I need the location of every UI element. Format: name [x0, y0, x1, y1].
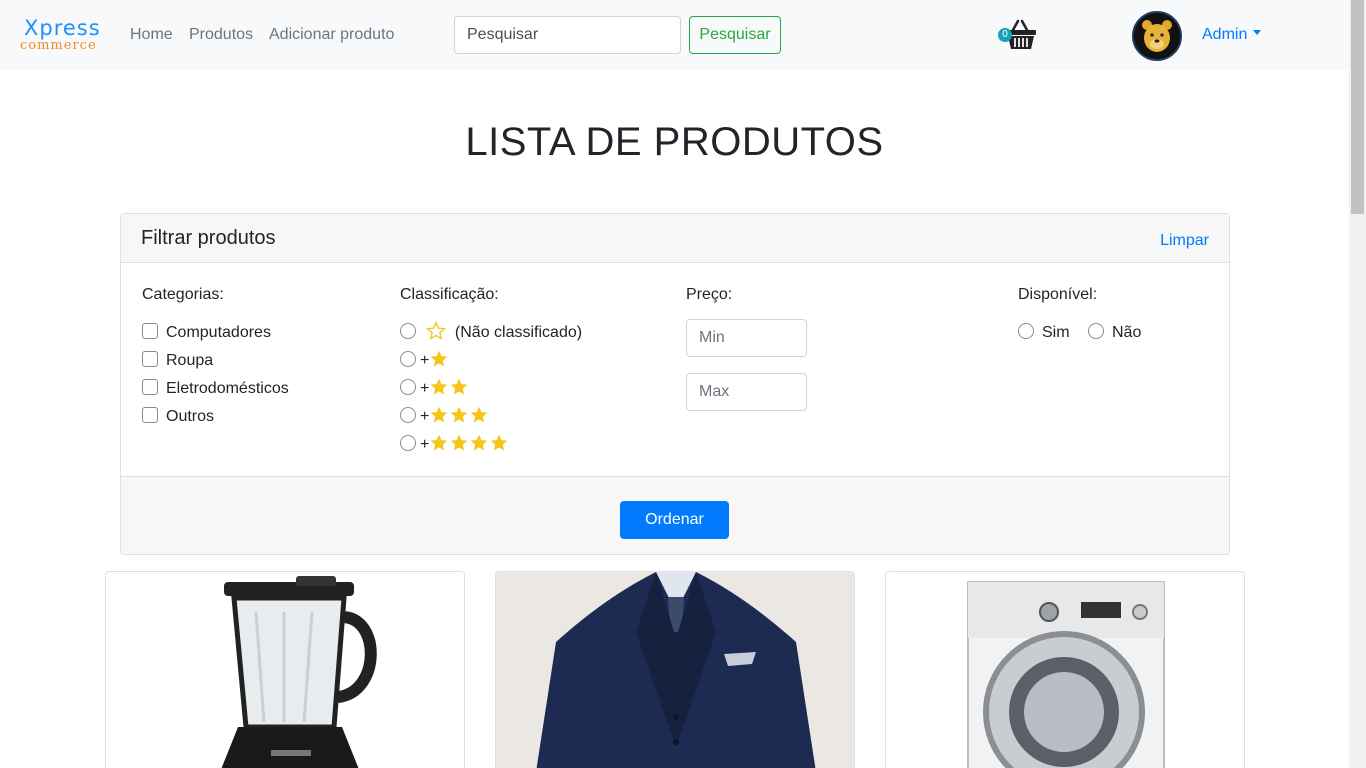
rating-radio[interactable]: [400, 323, 416, 339]
category-option[interactable]: Computadores: [142, 322, 271, 343]
scrollbar-thumb[interactable]: [1351, 0, 1364, 214]
star-icon: [431, 434, 448, 451]
filter-title: Filtrar produtos: [141, 227, 276, 249]
category-checkbox[interactable]: [142, 406, 158, 423]
star-icon: [431, 350, 448, 367]
rating-option-2[interactable]: +: [400, 378, 469, 399]
star-icon: [451, 434, 468, 451]
available-yes-option[interactable]: Sim: [1018, 322, 1070, 343]
price-max-input[interactable]: [686, 373, 807, 411]
product-image-washing-machine: [967, 581, 1165, 768]
brand-name: Xpress: [24, 16, 101, 40]
page-title: LISTA DE PRODUTOS: [465, 120, 884, 164]
available-no-option[interactable]: Não: [1088, 322, 1141, 343]
cart-button[interactable]: 0: [996, 18, 1040, 54]
cart-count-badge: 0: [998, 28, 1012, 42]
price-min-input[interactable]: [686, 319, 807, 357]
star-icon: [471, 434, 488, 451]
rating-option-unrated[interactable]: (Não classificado): [400, 321, 583, 343]
rating-prefix: +: [420, 352, 430, 370]
product-card[interactable]: [495, 571, 855, 768]
rating-radio[interactable]: [400, 435, 416, 451]
rating-label: Classificação:: [400, 286, 499, 303]
bear-avatar-icon: [1142, 20, 1172, 52]
star-icon: [431, 378, 448, 395]
price-label: Preço:: [686, 286, 733, 303]
filter-card-header: Filtrar produtos Limpar: [121, 214, 1229, 263]
available-yes-radio[interactable]: [1018, 322, 1034, 339]
product-image-suit: [496, 572, 854, 768]
category-option[interactable]: Roupa: [142, 350, 213, 371]
product-card[interactable]: [885, 571, 1245, 768]
rating-prefix: +: [420, 380, 430, 398]
rating-option-1[interactable]: +: [400, 350, 449, 371]
unrated-label: (Não classificado): [454, 324, 583, 342]
nav-add-product[interactable]: Adicionar produto: [269, 26, 394, 44]
clear-filters-link[interactable]: Limpar: [1160, 232, 1209, 250]
rating-prefix: +: [420, 408, 430, 426]
available-no-radio[interactable]: [1088, 322, 1104, 339]
category-checkbox[interactable]: [142, 378, 158, 395]
rating-radio[interactable]: [400, 379, 416, 395]
category-checkbox[interactable]: [142, 322, 158, 339]
rating-stars: [429, 434, 509, 453]
rating-stars: [429, 350, 449, 369]
rating-stars: [429, 378, 469, 397]
available-label: Disponível:: [1018, 286, 1098, 303]
nav-products[interactable]: Produtos: [189, 26, 253, 44]
categories-label: Categorias:: [142, 286, 224, 303]
rating-radio[interactable]: [400, 351, 416, 367]
user-name: Admin: [1202, 26, 1248, 43]
category-checkbox[interactable]: [142, 350, 158, 367]
user-menu[interactable]: Admin: [1202, 26, 1262, 44]
star-icon: [471, 406, 488, 423]
navbar: Xpress commerce Home Produtos Adicionar …: [0, 0, 1349, 70]
nav-home[interactable]: Home: [130, 26, 173, 44]
search-input[interactable]: [454, 16, 681, 54]
category-option[interactable]: Eletrodomésticos: [142, 378, 289, 399]
brand-tagline: commerce: [20, 38, 97, 53]
caret-down-icon: [1253, 30, 1262, 36]
rating-option-4[interactable]: +: [400, 434, 509, 455]
star-icon: [491, 434, 508, 451]
rating-stars: [429, 406, 489, 425]
filter-card: Filtrar produtos Limpar Categorias: Comp…: [120, 213, 1230, 555]
star-icon: [451, 406, 468, 423]
page-scrollbar[interactable]: [1349, 0, 1366, 768]
rating-radio[interactable]: [400, 407, 416, 423]
product-image-blender: [221, 576, 377, 768]
star-icon: [451, 378, 468, 395]
rating-option-3[interactable]: +: [400, 406, 489, 427]
brand-logo[interactable]: Xpress commerce: [20, 16, 100, 56]
star-icon: [431, 406, 448, 423]
star-outline-icon: [426, 321, 447, 340]
rating-prefix: +: [420, 436, 430, 454]
avatar[interactable]: [1132, 11, 1182, 61]
search-button[interactable]: Pesquisar: [689, 16, 781, 54]
category-option[interactable]: Outros: [142, 406, 214, 427]
product-card[interactable]: [105, 571, 465, 768]
order-button[interactable]: Ordenar: [620, 501, 729, 539]
filter-card-footer: Ordenar: [121, 476, 1229, 554]
